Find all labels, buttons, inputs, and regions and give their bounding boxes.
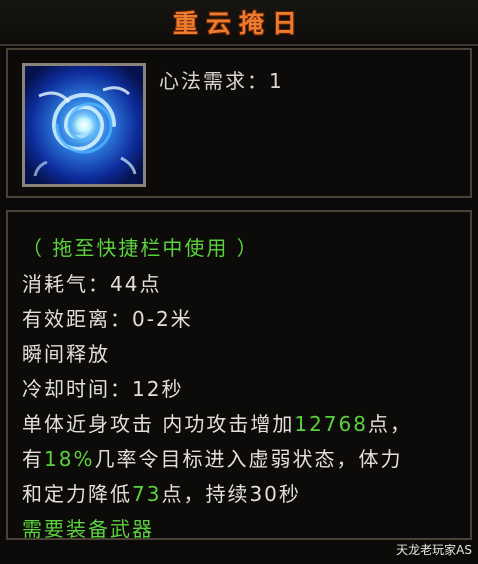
description-line-3: 和定力降低73点，持续30秒 bbox=[22, 478, 301, 507]
stat-cost: 消耗气：44点 bbox=[22, 272, 162, 296]
blue-swirl-skill-icon bbox=[25, 66, 143, 184]
description-text: 和定力降低 bbox=[22, 482, 132, 506]
description-line-2: 有18%几率令目标进入虚弱状态，体力 bbox=[22, 443, 402, 472]
description-line-1: 单体近身攻击 内功攻击增加12768点， bbox=[22, 408, 412, 437]
description-text: 点，持续30秒 bbox=[161, 482, 301, 506]
description-text: 有 bbox=[22, 447, 44, 471]
watermark: 天龙老玩家AS bbox=[396, 543, 472, 557]
skill-tooltip: 重云掩日 心法需求：1 （ 拖至快捷栏中使用 ） 消耗气：44点 有效距离：0-… bbox=[0, 0, 478, 564]
usage-hint: （ 拖至快捷栏中使用 ） bbox=[22, 236, 259, 260]
description-text: 单体近身攻击 内功攻击增加 bbox=[22, 412, 295, 436]
description-text: 点， bbox=[367, 412, 412, 436]
tooltip-title-bar: 重云掩日 bbox=[0, 0, 478, 46]
skill-detail-panel: （ 拖至快捷栏中使用 ） 消耗气：44点 有效距离：0-2米 瞬间释放 冷却时间… bbox=[6, 210, 472, 541]
stat-cooldown: 冷却时间：12秒 bbox=[22, 377, 184, 401]
description-text: 几率令目标进入虚弱状态，体力 bbox=[94, 447, 403, 471]
stat-cast: 瞬间释放 bbox=[22, 342, 110, 366]
description-value: 73 bbox=[132, 482, 162, 506]
skill-icon[interactable] bbox=[22, 63, 146, 187]
stat-range: 有效距离：0-2米 bbox=[22, 307, 193, 331]
skill-name: 重云掩日 bbox=[172, 9, 305, 38]
skill-requirement: 心法需求：1 bbox=[159, 69, 284, 93]
description-value: 18% bbox=[44, 447, 95, 471]
description-value: 12768 bbox=[294, 412, 368, 436]
weapon-requirement: 需要装备武器 bbox=[22, 517, 154, 541]
skill-header-panel: 心法需求：1 bbox=[6, 48, 472, 198]
